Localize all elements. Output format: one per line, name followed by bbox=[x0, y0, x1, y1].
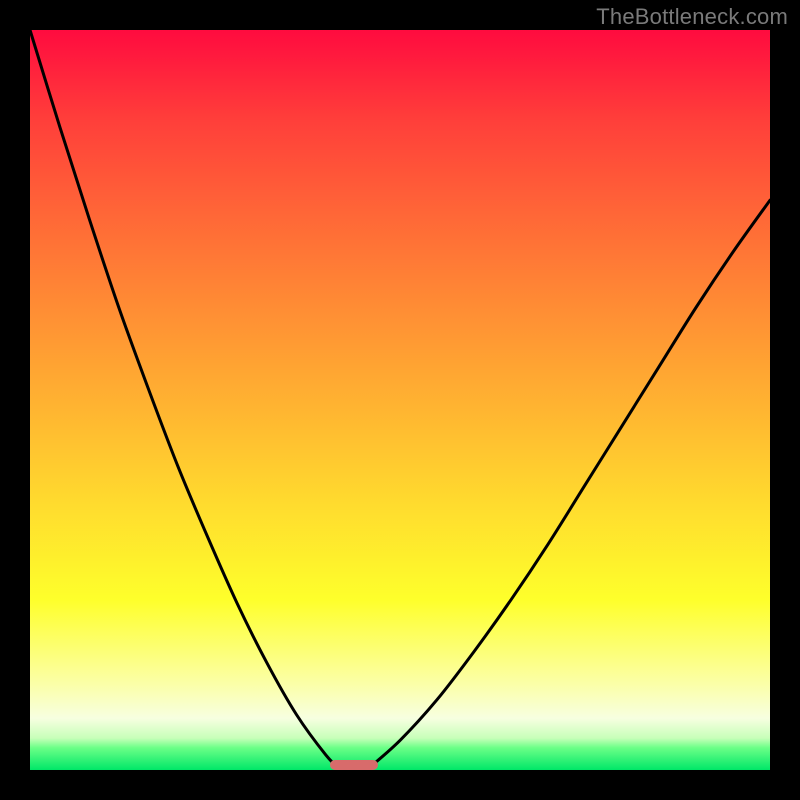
right-branch-curve bbox=[367, 200, 770, 770]
optimum-marker bbox=[330, 760, 378, 770]
curve-svg bbox=[30, 30, 770, 770]
watermark-text: TheBottleneck.com bbox=[596, 4, 788, 30]
plot-area bbox=[30, 30, 770, 770]
left-branch-curve bbox=[30, 30, 341, 770]
chart-frame: TheBottleneck.com bbox=[0, 0, 800, 800]
